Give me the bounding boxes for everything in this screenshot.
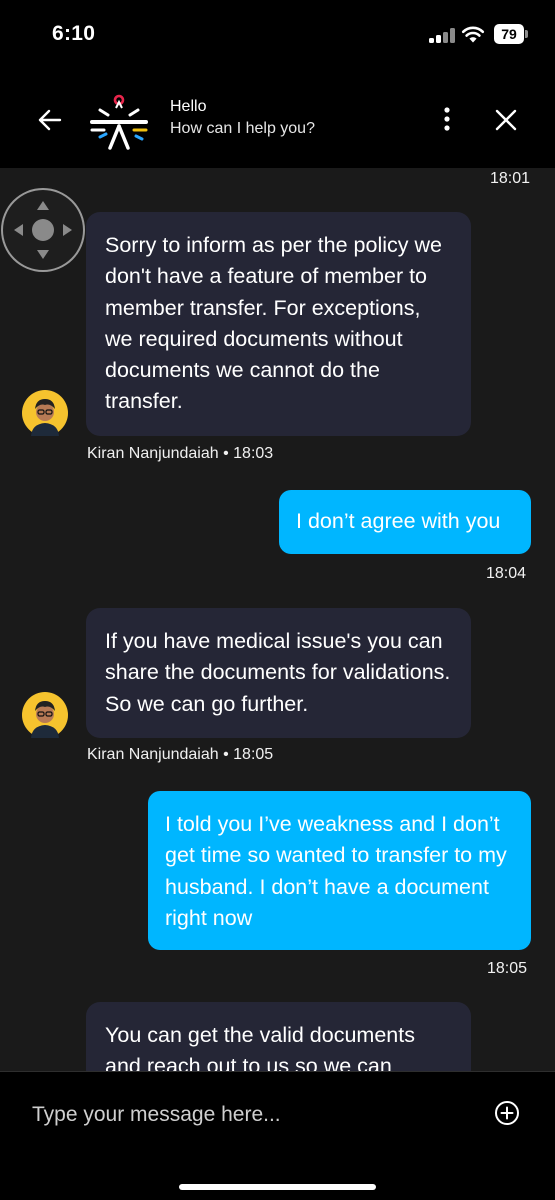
dpad-arrows-icon	[14, 201, 72, 259]
chat-header: Hello How can I help you?	[0, 70, 555, 168]
back-arrow-icon[interactable]	[36, 106, 64, 134]
chat-messages[interactable]: 18:01 Sorry to inform as per the policy …	[0, 168, 555, 1071]
user-message: I told you I’ve weakness and I don’t get…	[148, 791, 531, 950]
agent-message: If you have medical issue's you can shar…	[86, 608, 471, 738]
battery-level: 79	[494, 24, 524, 44]
message-input[interactable]	[30, 1094, 454, 1136]
home-indicator[interactable]	[179, 1184, 376, 1190]
floating-dpad-overlay[interactable]	[1, 188, 85, 272]
status-bar: 6:10 79	[0, 0, 555, 70]
brand-logo-icon	[90, 94, 148, 150]
battery-cap	[525, 30, 528, 38]
status-time: 6:10	[52, 22, 96, 45]
user-message: I don’t agree with you	[279, 490, 531, 554]
message-timestamp: 18:04	[486, 565, 527, 582]
wifi-icon	[461, 26, 485, 43]
add-attachment-icon[interactable]	[494, 1100, 520, 1126]
message-timestamp: 18:05	[487, 960, 528, 977]
agent-message: You can get the valid documents and reac…	[86, 1002, 471, 1071]
sender-meta: Kiran Nanjundaiah • 18:03	[87, 445, 274, 462]
agent-avatar	[22, 390, 68, 436]
message-composer	[0, 1071, 555, 1200]
cellular-signal-icon	[429, 27, 457, 43]
sender-meta: Kiran Nanjundaiah • 18:05	[87, 746, 274, 763]
header-title: Hello	[170, 98, 207, 115]
agent-avatar	[22, 692, 68, 738]
message-timestamp: 18:01	[490, 170, 531, 187]
close-icon[interactable]	[492, 106, 520, 134]
agent-message: Sorry to inform as per the policy we don…	[86, 212, 471, 436]
header-subtitle: How can I help you?	[170, 120, 315, 137]
more-options-icon[interactable]	[437, 105, 457, 133]
